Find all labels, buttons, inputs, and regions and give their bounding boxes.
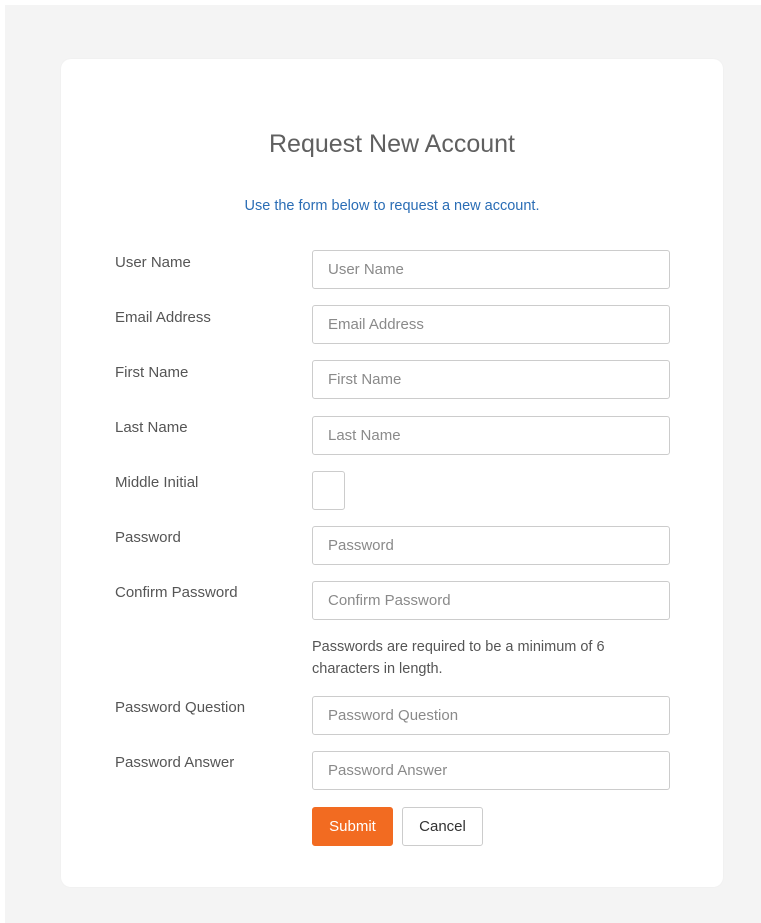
middle-initial-input[interactable] [312,471,345,510]
form-instructions: Use the form below to request a new acco… [244,198,540,214]
password-label: Password [115,529,181,546]
user-name-label: User Name [115,254,191,271]
password-question-input[interactable] [312,696,670,735]
password-answer-input[interactable] [312,751,670,790]
first-name-label: First Name [115,364,189,381]
password-requirement-note: Passwords are required to be a minimum o… [312,639,605,677]
cancel-button[interactable]: Cancel [402,807,483,846]
confirm-password-input[interactable] [312,581,670,620]
confirm-password-label: Confirm Password [115,584,238,601]
password-answer-label: Password Answer [115,754,235,771]
submit-button[interactable]: Submit [312,807,393,846]
user-name-input[interactable] [312,250,670,289]
request-account-card: Request New Account Use the form below t… [61,59,723,887]
middle-initial-label: Middle Initial [115,474,199,491]
last-name-label: Last Name [115,419,188,436]
page-title: Request New Account [269,130,515,158]
last-name-input[interactable] [312,416,670,455]
page-background: Request New Account Use the form below t… [5,5,761,923]
email-address-input[interactable] [312,305,670,344]
password-question-label: Password Question [115,699,246,716]
email-address-label: Email Address [115,309,211,326]
password-input[interactable] [312,526,670,565]
first-name-input[interactable] [312,360,670,399]
